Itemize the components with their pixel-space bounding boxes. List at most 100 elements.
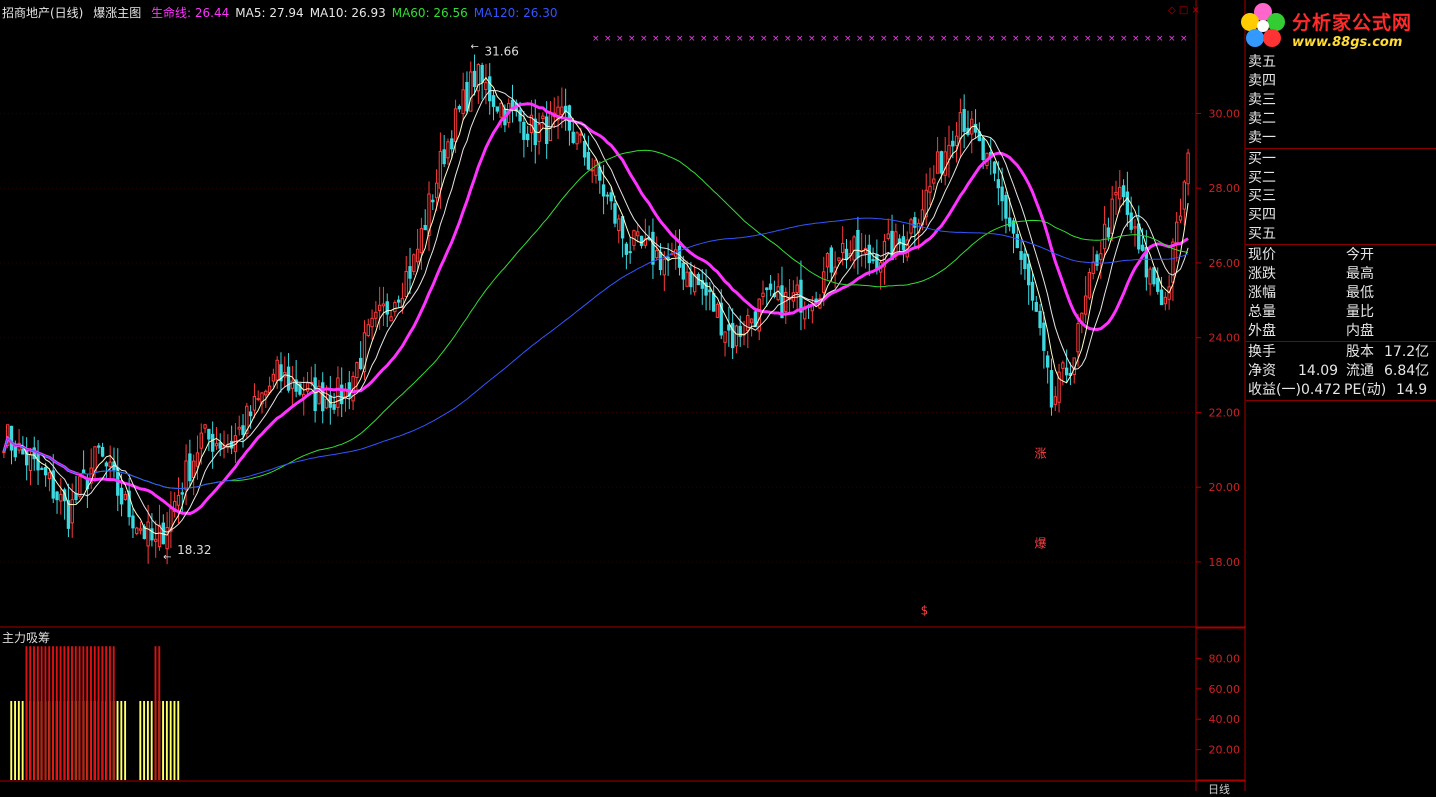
candle-body (886, 233, 890, 239)
candle-body (78, 476, 82, 497)
candle-body (560, 106, 564, 115)
y-tick-label: 30.00 (1209, 107, 1241, 120)
candle-body (723, 331, 727, 343)
candle-body (119, 487, 124, 505)
diamond-icon[interactable]: ◇ (1168, 5, 1176, 16)
volume-bar (90, 646, 92, 780)
arrow-icon: ← (163, 552, 171, 563)
candle-body (321, 382, 325, 412)
annotation-label: 31.66 (485, 44, 519, 58)
candle-body (658, 251, 663, 271)
stock-chart[interactable]: 18.00 20.00 22.00 24.00 26.00 28.00 30.00 × × × × ×… (0, 0, 1436, 791)
candle-body (396, 299, 401, 303)
volume-bar (162, 700, 165, 780)
buy-2-label: 买二 (1248, 170, 1276, 186)
candle-body (1118, 186, 1122, 200)
info-label: PE(动) (1344, 382, 1387, 398)
signal-marker: × (1024, 34, 1032, 44)
candle-body (180, 492, 184, 495)
candle-body (935, 151, 940, 174)
volume-bar (108, 646, 111, 780)
volume-bar (36, 646, 39, 780)
candle-body (404, 270, 408, 298)
candle-body (1064, 367, 1069, 376)
info-value: 14.09 (1298, 363, 1339, 379)
signal-marker: × (1180, 34, 1188, 44)
stat-label: 今开 (1346, 247, 1374, 263)
candle-body (1140, 244, 1145, 251)
info-value: 17.2亿 (1384, 344, 1430, 360)
signal-marker: × (796, 34, 804, 44)
candle-body (711, 293, 716, 312)
volume-bar (63, 646, 66, 780)
candle-body (374, 311, 378, 319)
sub-y-tick-label: 20.00 (1209, 744, 1241, 757)
close-icon[interactable]: × (1192, 5, 1200, 16)
candle-body (958, 112, 963, 140)
candle-body (613, 203, 617, 224)
stat-label: 最低 (1346, 285, 1374, 301)
candle-body (264, 390, 268, 396)
volume-bar (165, 700, 168, 780)
candle-body (954, 135, 959, 146)
volume-bar (116, 700, 119, 780)
volume-bar (93, 646, 96, 780)
volume-bar (143, 700, 146, 780)
candle-body (522, 121, 526, 140)
buy-5-label: 买五 (1248, 226, 1276, 242)
candle-body (499, 102, 503, 118)
chart-header: 招商地产(日线) 爆涨主图 生命线: 26.44 MA5: 27.94 MA10: … (2, 4, 569, 21)
signal-marker: × (676, 34, 684, 44)
signal-marker: × (592, 34, 600, 44)
candle-body (1156, 277, 1160, 292)
volume-bar (33, 646, 35, 780)
buy-3-label: 买三 (1248, 188, 1276, 204)
candle-body (97, 445, 101, 448)
info-value: 0.472 (1301, 382, 1342, 398)
stat-label: 现价 (1248, 247, 1276, 263)
candle-body (947, 144, 951, 160)
candle-body (693, 274, 697, 293)
info-label: 换手 (1248, 344, 1276, 360)
candle-body (469, 71, 473, 112)
stat-label: 最高 (1346, 266, 1374, 282)
candle-body (275, 359, 279, 381)
candle-body (423, 224, 427, 231)
square-icon[interactable]: □ (1179, 5, 1188, 16)
signal-marker: × (1048, 34, 1056, 44)
candle-body (21, 448, 25, 455)
signal-marker: × (1000, 34, 1008, 44)
sell-4-label: 卖四 (1248, 73, 1276, 89)
volume-bar (48, 646, 51, 780)
sell-3-label: 卖三 (1248, 92, 1276, 108)
candle-body (195, 452, 200, 467)
info-value: 14.9 (1396, 382, 1428, 398)
volume-bar (82, 646, 85, 780)
candle-body (1091, 261, 1095, 275)
period-label: 日线 (1208, 783, 1230, 796)
candle-body (1159, 289, 1164, 306)
signal-marker: × (1072, 34, 1080, 44)
signal-marker: × (1144, 34, 1152, 44)
signal-marker: × (1120, 34, 1128, 44)
candle-body (40, 467, 44, 470)
window-controls[interactable]: ◇ □ × (1168, 5, 1200, 16)
candle-body (218, 442, 222, 449)
volume-bar (154, 646, 157, 780)
candle-body (996, 179, 1001, 189)
signal-marker: × (772, 34, 780, 44)
candle-body (730, 322, 735, 349)
candle-body (108, 461, 112, 467)
volume-bar (97, 646, 100, 780)
candle-body (1152, 267, 1156, 285)
candle-body (575, 132, 579, 145)
indicator-value-3: MA60: 26.56 (391, 6, 468, 20)
volume-bar (112, 646, 115, 780)
quote-panel: 卖五 卖四 卖三 卖二 卖一 买一 买二 买三 买四 买五 现价 涨跌 涨幅 总… (1246, 0, 1436, 791)
stat-label: 内盘 (1346, 323, 1374, 339)
candle-body (1076, 323, 1080, 353)
signal-marker: × (1096, 34, 1104, 44)
sell-1-label: 卖一 (1248, 130, 1276, 146)
candle-body (340, 384, 344, 405)
candle-body (639, 235, 644, 246)
